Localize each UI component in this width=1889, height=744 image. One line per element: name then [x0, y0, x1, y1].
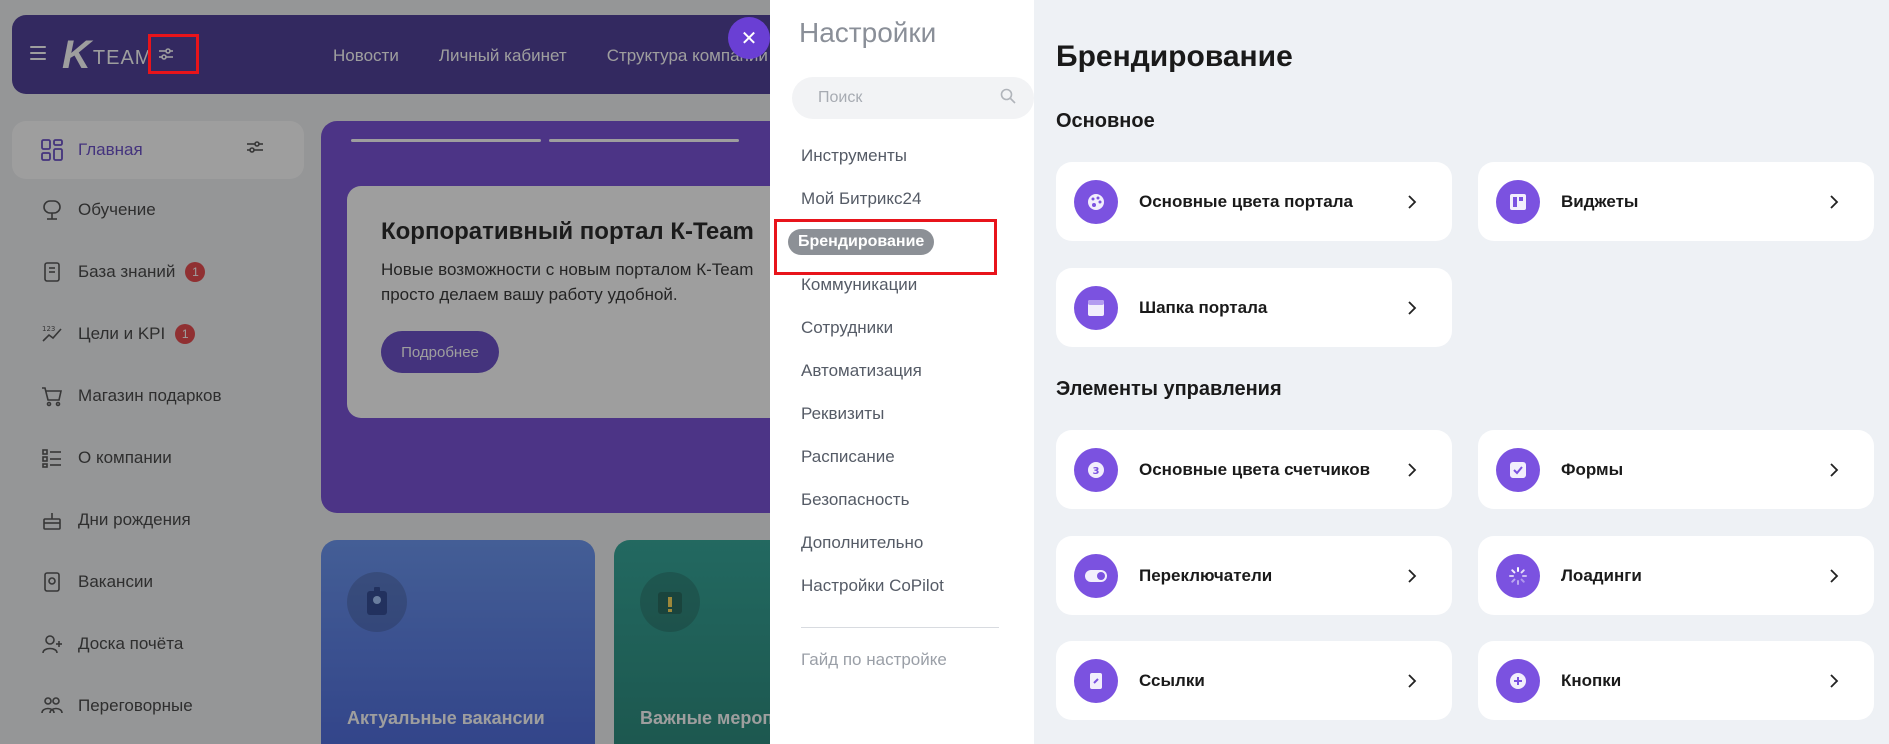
settings-menu: Настройки Инструменты Мой Битрикс24 Брен… [770, 0, 1034, 744]
settings-menu-list: Инструменты Мой Битрикс24 Брендирование … [770, 134, 1034, 607]
card-forms[interactable]: Формы [1478, 430, 1874, 509]
card-label: Лоадинги [1561, 565, 1642, 585]
form-icon [1496, 447, 1540, 492]
highlight-topbar-settings [148, 34, 199, 74]
chevron-right-icon [1824, 460, 1844, 480]
chevron-right-icon [1402, 192, 1422, 212]
close-settings-button[interactable]: ✕ [728, 17, 770, 59]
portal-background: K TEAM Новости Личный кабинет Структура … [0, 0, 770, 744]
card-label: Переключатели [1139, 565, 1273, 585]
card-counter-colors[interactable]: 3 Основные цвета счетчиков [1056, 430, 1452, 509]
card-buttons[interactable]: Кнопки [1478, 641, 1874, 720]
menu-divider [801, 627, 999, 628]
branding-content: Брендирование Основное Основные цвета по… [1056, 0, 1889, 744]
menu-item-schedule[interactable]: Расписание [770, 435, 1034, 478]
close-icon: ✕ [740, 27, 758, 50]
card-label: Виджеты [1561, 191, 1639, 211]
menu-item-requisites[interactable]: Реквизиты [770, 392, 1034, 435]
settings-search-input[interactable] [818, 89, 988, 107]
link-icon [1074, 658, 1118, 703]
menu-item-my-bitrix24[interactable]: Мой Битрикс24 [770, 177, 1034, 220]
card-portal-header[interactable]: Шапка портала [1056, 268, 1452, 347]
card-label: Основные цвета счетчиков [1139, 459, 1371, 479]
chevron-right-icon [1402, 298, 1422, 318]
card-label: Ссылки [1139, 670, 1205, 690]
toggle-icon [1074, 553, 1118, 598]
chevron-right-icon [1824, 671, 1844, 691]
menu-item-tools[interactable]: Инструменты [770, 134, 1034, 177]
palette-icon [1074, 179, 1118, 224]
card-toggles[interactable]: Переключатели [1056, 536, 1452, 615]
chevron-right-icon [1402, 460, 1422, 480]
page-title: Брендирование [1056, 40, 1293, 73]
menu-item-automation[interactable]: Автоматизация [770, 349, 1034, 392]
search-icon[interactable] [1000, 88, 1016, 109]
settings-search[interactable] [792, 77, 1034, 119]
card-widgets[interactable]: Виджеты [1478, 162, 1874, 241]
card-portal-colors[interactable]: Основные цвета портала [1056, 162, 1452, 241]
chevron-right-icon [1824, 192, 1844, 212]
card-loaders[interactable]: Лоадинги [1478, 536, 1874, 615]
highlight-branding-menu [774, 219, 997, 275]
settings-title: Настройки [799, 17, 937, 48]
card-label: Кнопки [1561, 670, 1622, 690]
settings-drawer: Настройки Инструменты Мой Битрикс24 Брен… [770, 0, 1889, 744]
chevron-right-icon [1402, 671, 1422, 691]
menu-item-employees[interactable]: Сотрудники [770, 306, 1034, 349]
section-main-title: Основное [1056, 110, 1155, 132]
loader-icon [1496, 553, 1540, 598]
card-links[interactable]: Ссылки [1056, 641, 1452, 720]
widget-icon [1496, 179, 1540, 224]
plus-circle-icon [1496, 658, 1540, 703]
setup-guide-link[interactable]: Гайд по настройке [801, 650, 947, 670]
chevron-right-icon [1402, 566, 1422, 586]
counter-icon: 3 [1074, 447, 1118, 492]
header-icon [1074, 285, 1118, 330]
menu-item-security[interactable]: Безопасность [770, 478, 1034, 521]
card-label: Формы [1561, 459, 1624, 479]
modal-overlay[interactable] [0, 0, 770, 744]
card-label: Шапка портала [1139, 297, 1268, 317]
menu-item-additional[interactable]: Дополнительно [770, 521, 1034, 564]
chevron-right-icon [1824, 566, 1844, 586]
section-controls-title: Элементы управления [1056, 378, 1282, 400]
card-label: Основные цвета портала [1139, 191, 1354, 211]
svg-text:3: 3 [1093, 466, 1100, 477]
menu-item-copilot[interactable]: Настройки CoPilot [770, 564, 1034, 607]
